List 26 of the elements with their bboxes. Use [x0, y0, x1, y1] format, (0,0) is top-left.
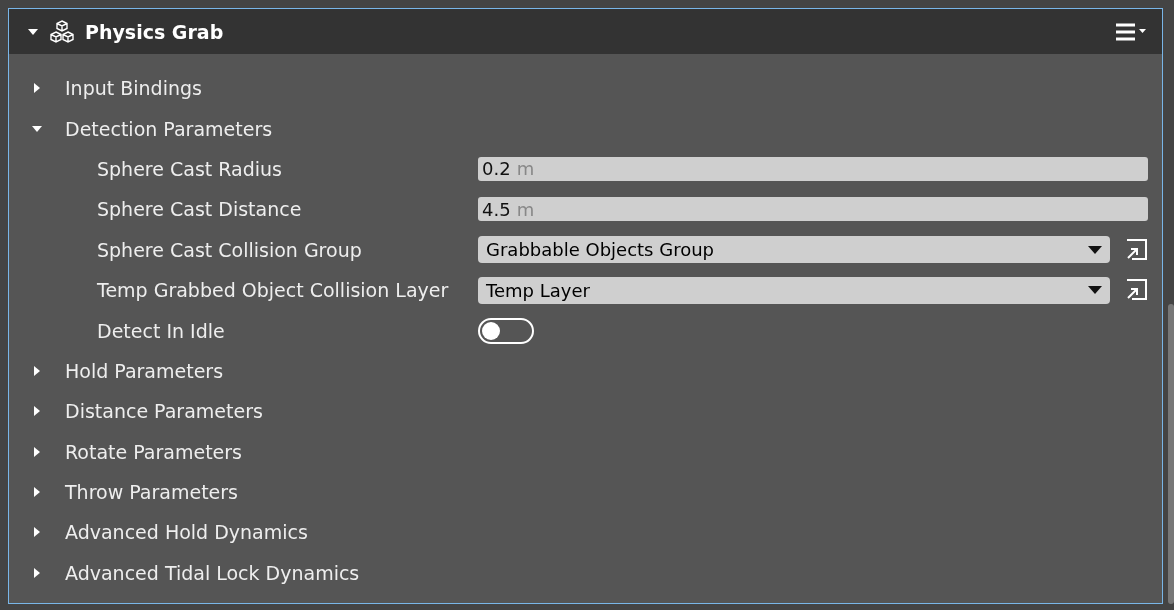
- open-link-icon[interactable]: [1124, 278, 1148, 303]
- dropdown-caret-icon: [1088, 245, 1102, 254]
- component-title: Physics Grab: [85, 20, 225, 43]
- section-header[interactable]: Rotate Parameters: [65, 440, 242, 463]
- section-header[interactable]: Detection Parameters: [65, 117, 273, 140]
- section-header[interactable]: Distance Parameters: [65, 400, 263, 423]
- property-label: Sphere Cast Collision Group: [97, 238, 363, 261]
- property-label: Detect In Idle: [97, 319, 226, 342]
- number-field[interactable]: 0.2 m: [478, 156, 1148, 181]
- section-header[interactable]: Hold Parameters: [65, 359, 224, 382]
- dropdown[interactable]: Temp Layer: [478, 276, 1110, 304]
- property-label: Temp Grabbed Object Collision Layer: [97, 279, 450, 302]
- section-header[interactable]: Advanced Hold Dynamics: [65, 521, 308, 544]
- section-header[interactable]: Input Bindings: [65, 77, 202, 100]
- scrollbar-thumb[interactable]: [1168, 304, 1174, 604]
- section-header[interactable]: Advanced Tidal Lock Dynamics: [65, 561, 360, 584]
- toggle-switch[interactable]: [478, 317, 534, 344]
- menu-icon[interactable]: [1116, 22, 1148, 41]
- section-header[interactable]: Throw Parameters: [65, 481, 238, 504]
- open-link-icon[interactable]: [1124, 237, 1148, 262]
- dropdown[interactable]: Grabbable Objects Group: [478, 236, 1110, 264]
- property-label: Sphere Cast Radius: [97, 157, 283, 180]
- property-label: Sphere Cast Distance: [97, 198, 303, 221]
- dropdown-caret-icon: [1088, 286, 1102, 295]
- number-field[interactable]: 4.5 m: [478, 197, 1148, 222]
- cubes-icon: [49, 19, 75, 44]
